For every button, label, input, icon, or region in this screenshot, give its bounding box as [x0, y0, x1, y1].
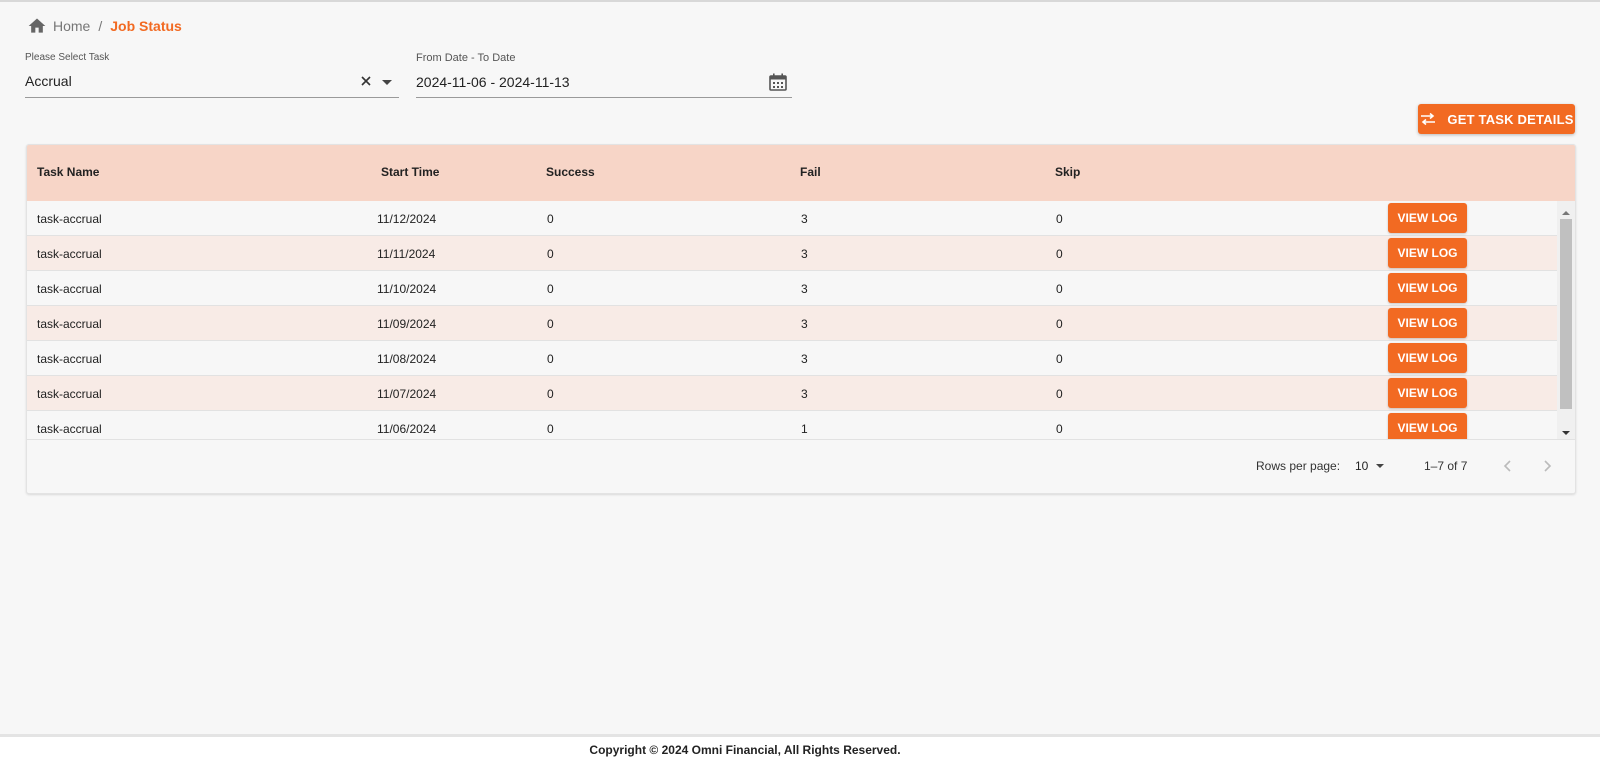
view-log-button[interactable]: VIEW LOG — [1388, 203, 1467, 233]
job-status-table: Task Name Start Time Success Fail Skip t… — [26, 144, 1576, 494]
top-divider — [0, 0, 1600, 2]
cell-skip: 0 — [1056, 352, 1063, 366]
previous-page-button[interactable] — [1496, 454, 1520, 478]
date-range-value[interactable]: 2024-11-06 - 2024-11-13 — [416, 74, 570, 90]
pagination-range: 1–7 of 7 — [1424, 459, 1468, 473]
table-body: task-accrual 11/12/2024 0 3 0 VIEW LOG t… — [27, 201, 1557, 439]
task-select[interactable]: Please Select Task Accrual — [25, 50, 399, 100]
cell-task-name: task-accrual — [37, 422, 102, 436]
task-select-label: Please Select Task — [25, 52, 110, 63]
cell-success: 0 — [547, 422, 554, 436]
table-row: task-accrual 11/06/2024 0 1 0 VIEW LOG — [27, 411, 1557, 439]
close-icon[interactable] — [359, 74, 373, 88]
cell-start-time: 11/12/2024 — [377, 212, 437, 226]
date-range-label: From Date - To Date — [416, 52, 516, 64]
cell-fail: 3 — [801, 247, 808, 261]
breadcrumb-current: Job Status — [110, 18, 182, 34]
cell-start-time: 11/07/2024 — [377, 387, 437, 401]
chevron-right-icon — [1544, 460, 1552, 472]
cell-task-name: task-accrual — [37, 247, 102, 261]
column-header-fail: Fail — [800, 165, 821, 179]
swap-arrows-icon — [1419, 112, 1437, 126]
table-row: task-accrual 11/07/2024 0 3 0 VIEW LOG — [27, 376, 1557, 411]
cell-start-time: 11/09/2024 — [377, 317, 437, 331]
calendar-icon[interactable] — [768, 72, 788, 92]
date-range-field[interactable]: From Date - To Date 2024-11-06 - 2024-11… — [416, 50, 792, 100]
column-header-start-time: Start Time — [381, 165, 440, 179]
column-header-skip: Skip — [1055, 165, 1081, 179]
cell-start-time: 11/06/2024 — [377, 422, 437, 436]
task-select-value[interactable]: Accrual — [25, 73, 72, 89]
cell-success: 0 — [547, 387, 554, 401]
get-task-details-button[interactable]: GET TASK DETAILS — [1418, 104, 1575, 134]
scroll-down-arrow-icon[interactable] — [1561, 425, 1571, 435]
cell-task-name: task-accrual — [37, 282, 102, 296]
cell-success: 0 — [547, 282, 554, 296]
cell-task-name: task-accrual — [37, 352, 102, 366]
breadcrumb-home-link[interactable]: Home — [53, 18, 90, 34]
cell-fail: 3 — [801, 352, 808, 366]
date-range-underline — [416, 97, 792, 98]
cell-success: 0 — [547, 247, 554, 261]
chevron-down-icon[interactable] — [379, 74, 395, 90]
table-pagination: Rows per page: 10 1–7 of 7 — [27, 439, 1575, 493]
view-log-button[interactable]: VIEW LOG — [1388, 308, 1467, 338]
cell-start-time: 11/11/2024 — [377, 247, 436, 261]
cell-start-time: 11/08/2024 — [377, 352, 437, 366]
cell-skip: 0 — [1056, 282, 1063, 296]
breadcrumb-separator: / — [98, 18, 103, 34]
cell-success: 0 — [547, 212, 554, 226]
cell-task-name: task-accrual — [37, 317, 102, 331]
table-row: task-accrual 11/09/2024 0 3 0 VIEW LOG — [27, 306, 1557, 341]
get-task-details-label: GET TASK DETAILS — [1447, 111, 1574, 127]
cell-task-name: task-accrual — [37, 212, 102, 226]
view-log-button[interactable]: VIEW LOG — [1388, 378, 1467, 408]
cell-fail: 1 — [801, 422, 808, 436]
column-header-success: Success — [546, 165, 595, 179]
cell-skip: 0 — [1056, 247, 1063, 261]
rows-per-page-value: 10 — [1355, 459, 1369, 473]
task-select-underline — [25, 97, 399, 98]
copyright-text: Copyright © 2024 Omni Financial, All Rig… — [589, 743, 901, 757]
cell-fail: 3 — [801, 387, 808, 401]
rows-per-page-select[interactable]: 10 — [1355, 457, 1393, 475]
cell-success: 0 — [547, 317, 554, 331]
cell-success: 0 — [547, 352, 554, 366]
table-row: task-accrual 11/12/2024 0 3 0 VIEW LOG — [27, 201, 1557, 236]
cell-fail: 3 — [801, 282, 808, 296]
rows-per-page-label: Rows per page: — [1256, 459, 1341, 473]
cell-skip: 0 — [1056, 212, 1063, 226]
home-icon[interactable] — [27, 16, 47, 36]
footer: Copyright © 2024 Omni Financial, All Rig… — [0, 734, 1600, 764]
column-header-task-name: Task Name — [37, 165, 100, 179]
breadcrumb: Home / Job Status — [27, 15, 182, 37]
cell-fail: 3 — [801, 212, 808, 226]
table-row: task-accrual 11/10/2024 0 3 0 VIEW LOG — [27, 271, 1557, 306]
chevron-left-icon — [1503, 460, 1511, 472]
cell-task-name: task-accrual — [37, 387, 102, 401]
view-log-button[interactable]: VIEW LOG — [1388, 238, 1467, 268]
cell-start-time: 11/10/2024 — [377, 282, 437, 296]
cell-skip: 0 — [1056, 317, 1063, 331]
next-page-button[interactable] — [1535, 454, 1559, 478]
chevron-down-icon — [1374, 460, 1386, 472]
view-log-button[interactable]: VIEW LOG — [1388, 343, 1467, 373]
cell-fail: 3 — [801, 317, 808, 331]
table-scrollbar[interactable] — [1557, 201, 1575, 439]
cell-skip: 0 — [1056, 422, 1063, 436]
table-header: Task Name Start Time Success Fail Skip — [27, 145, 1575, 201]
scroll-up-arrow-icon[interactable] — [1561, 205, 1571, 215]
cell-skip: 0 — [1056, 387, 1063, 401]
table-row: task-accrual 11/11/2024 0 3 0 VIEW LOG — [27, 236, 1557, 271]
view-log-button[interactable]: VIEW LOG — [1388, 413, 1467, 439]
view-log-button[interactable]: VIEW LOG — [1388, 273, 1467, 303]
scrollbar-thumb[interactable] — [1560, 219, 1572, 409]
table-row: task-accrual 11/08/2024 0 3 0 VIEW LOG — [27, 341, 1557, 376]
